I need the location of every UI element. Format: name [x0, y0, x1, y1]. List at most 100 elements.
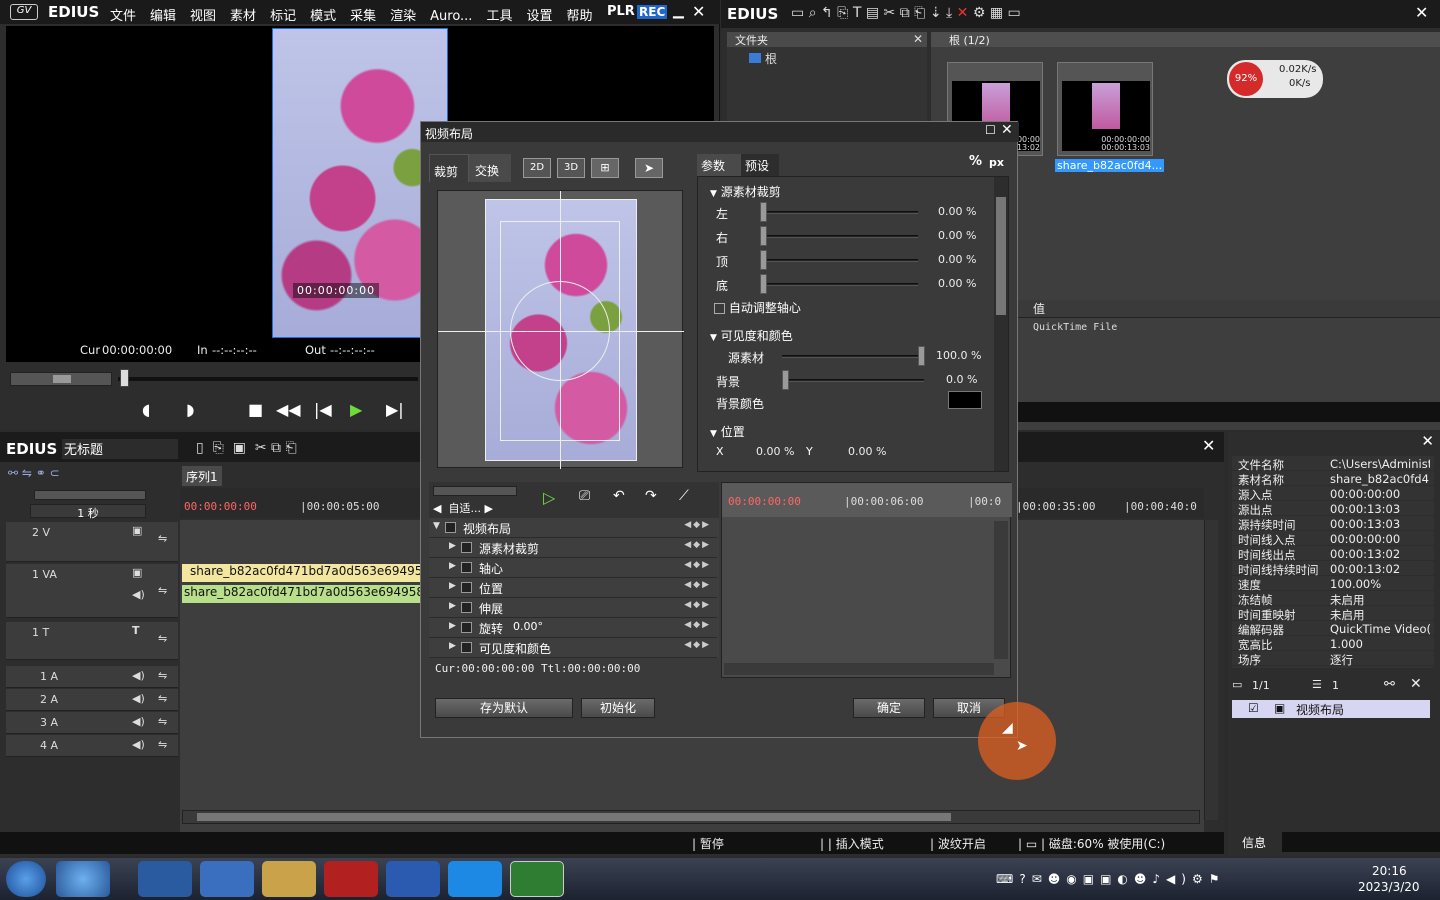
track-2v[interactable]: 2 V ▣ ⇋	[6, 522, 178, 562]
mark-in-icon[interactable]: ◖	[142, 400, 150, 419]
speaker-icon[interactable]: ◀)	[132, 588, 145, 601]
param-scrollbar[interactable]	[994, 177, 1008, 471]
crop-left-value[interactable]: 0.00 %	[938, 205, 976, 218]
unit-px[interactable]: px	[989, 156, 1004, 169]
scale-slider[interactable]	[34, 490, 146, 500]
mode-icon-3[interactable]: ⚭	[36, 466, 50, 480]
shuttle-slider[interactable]	[10, 372, 112, 386]
delete-icon[interactable]: ✕	[957, 5, 973, 21]
app-word-icon[interactable]	[386, 861, 440, 897]
ok-button[interactable]: 确定	[853, 698, 925, 718]
menu-view[interactable]: 视图	[190, 9, 216, 24]
app-edius-icon[interactable]	[510, 861, 564, 897]
crop-left-slider[interactable]	[762, 211, 918, 214]
new-sequence-icon[interactable]: ▯	[196, 440, 208, 456]
bg-slider[interactable]	[782, 379, 924, 382]
rotate-value[interactable]: 0.00°	[513, 620, 543, 633]
grid-icon[interactable]: ⊞	[591, 158, 619, 178]
view-icon[interactable]: ▦	[990, 5, 1008, 21]
scrub-bar[interactable]	[118, 377, 418, 381]
track-sync-icon[interactable]: ⇋	[158, 715, 167, 728]
track-sync-icon[interactable]: ⇋	[158, 584, 167, 597]
paste-icon[interactable]: ⎗	[914, 5, 930, 21]
clip-video[interactable]: share_b82ac0fd471bd7a0d563e694958f2	[182, 564, 422, 582]
remove-effect-icon[interactable]: ✕	[1410, 676, 1422, 692]
kf-vscroll[interactable]	[994, 521, 1008, 659]
expand-icon[interactable]: ▼	[710, 189, 717, 199]
plr-toggle[interactable]: PLR	[607, 4, 635, 19]
clip-audio[interactable]: share_b82ac0fd471bd7a0d563e694958f2b	[182, 585, 422, 603]
pos-y-value[interactable]: 0.00 %	[848, 445, 886, 458]
scale-bar[interactable]: 1 秒	[30, 504, 146, 520]
source-value[interactable]: 100.0 %	[936, 349, 981, 362]
kf-row-rotate[interactable]: ▶ 旋转 0.00° ◀◆▶	[429, 618, 717, 638]
dialog-close-icon[interactable]: ✕	[1001, 122, 1013, 138]
crop-top-thumb[interactable]	[760, 250, 767, 270]
track-sync-icon[interactable]: ⇋	[158, 692, 167, 705]
save-project-icon[interactable]: ▣	[228, 440, 250, 456]
speaker-icon[interactable]: ◀)	[132, 692, 145, 705]
crop-right-slider[interactable]	[762, 235, 918, 238]
kf-redo-icon[interactable]: ↷	[645, 488, 657, 504]
mode-icon-1[interactable]: ⚯	[8, 466, 22, 480]
app-acrobat-icon[interactable]	[324, 861, 378, 897]
init-button[interactable]: 初始化	[581, 698, 655, 718]
crop-right-value[interactable]: 0.00 %	[938, 229, 976, 242]
effect-settings-icon[interactable]: ⚯	[1384, 677, 1395, 692]
menu-file[interactable]: 文件	[110, 9, 136, 24]
video-icon[interactable]: ▣	[132, 524, 142, 537]
app-folder-icon[interactable]	[262, 861, 316, 897]
maximize-icon[interactable]: ☐	[985, 123, 996, 137]
track-1a[interactable]: 1 A ◀) ⇋	[6, 666, 178, 688]
clip-2-name[interactable]: share_b82ac0fd4...	[1055, 159, 1165, 172]
properties-icon[interactable]: ⚙	[973, 5, 990, 21]
kf-row-stretch[interactable]: ▶ 伸展 ◀◆▶	[429, 598, 717, 618]
color-bar-icon[interactable]: ▤	[866, 5, 884, 21]
bin-close-icon[interactable]: ✕	[1415, 3, 1428, 22]
title-icon[interactable]: T	[853, 5, 866, 21]
track-1t[interactable]: 1 T T ⇋	[6, 622, 178, 660]
search-icon[interactable]: ⌕	[809, 5, 821, 21]
app-sogou-icon[interactable]	[200, 861, 254, 897]
menu-tools[interactable]: 工具	[486, 9, 512, 24]
copy-icon[interactable]: ⧉	[271, 440, 285, 456]
crop-left-thumb[interactable]	[760, 202, 767, 222]
track-3a[interactable]: 3 A ◀) ⇋	[6, 712, 178, 734]
kf-row-position[interactable]: ▶ 位置 ◀◆▶	[429, 578, 717, 598]
cut-icon[interactable]: ✂	[250, 440, 271, 456]
speaker-icon[interactable]: ◀)	[132, 738, 145, 751]
menu-edit[interactable]: 编辑	[150, 9, 176, 24]
clip-thumbnail-2[interactable]: 00:00:00:00 00:00:13:03	[1057, 62, 1153, 156]
mode-icon-4[interactable]: ⊂	[50, 466, 60, 480]
mode-3d-button[interactable]: 3D	[557, 158, 585, 178]
kf-undo-icon[interactable]: ↶	[613, 488, 625, 504]
kf-play-icon[interactable]: ▷	[543, 488, 555, 507]
auto-center-checkbox[interactable]	[714, 303, 725, 314]
up-icon[interactable]: ↰	[821, 5, 837, 21]
folder-panel-close-icon[interactable]: ✕	[913, 32, 923, 46]
crop-bottom-thumb[interactable]	[760, 274, 767, 294]
bg-value[interactable]: 0.0 %	[946, 373, 977, 386]
copy-icon[interactable]: ⧉	[900, 5, 914, 21]
menu-mode[interactable]: 模式	[310, 9, 336, 24]
kf-row-visibility[interactable]: ▶ 可见度和颜色 ◀◆▶	[429, 638, 717, 658]
mark-out-icon[interactable]: ◗	[186, 400, 194, 419]
status-ripple[interactable]: 波纹开启	[938, 837, 986, 851]
scrub-handle[interactable]	[120, 369, 129, 387]
menu-help[interactable]: 帮助	[566, 9, 592, 24]
track-sync-icon[interactable]: ⇋	[158, 632, 167, 645]
menu-auro[interactable]: Auro...	[430, 9, 472, 24]
source-thumb[interactable]	[918, 346, 925, 366]
app-explorer-icon[interactable]	[138, 861, 192, 897]
app-chrome-icon[interactable]	[56, 861, 110, 897]
expand-icon[interactable]: ▼	[710, 429, 717, 439]
minimize-icon[interactable]: ▁	[673, 3, 684, 19]
rec-toggle[interactable]: REC	[637, 5, 668, 19]
track-2a[interactable]: 2 A ◀) ⇋	[6, 689, 178, 711]
track-4a[interactable]: 4 A ◀) ⇋	[6, 735, 178, 757]
step-forward-icon[interactable]: ▶|	[386, 400, 404, 419]
paste-icon[interactable]: ⎗	[286, 440, 297, 456]
pos-x-value[interactable]: 0.00 %	[756, 445, 794, 458]
mode-icon-2[interactable]: ⇋	[22, 466, 36, 480]
add-timeline-icon[interactable]: ⇣	[930, 5, 946, 21]
